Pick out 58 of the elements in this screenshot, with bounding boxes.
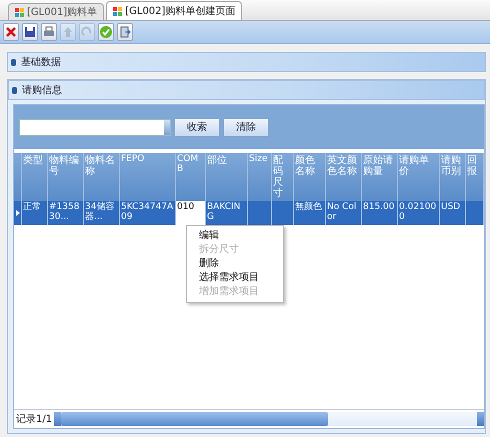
scroll-left-icon[interactable] bbox=[54, 412, 62, 426]
panel-header[interactable]: 基础数据 bbox=[7, 52, 486, 72]
toolbar-button[interactable] bbox=[117, 23, 133, 41]
table-cell: 815.00 bbox=[362, 201, 398, 225]
panel-header[interactable]: 请购信息 bbox=[8, 80, 485, 100]
record-count: 记录1/1 bbox=[16, 413, 52, 426]
print-icon bbox=[44, 26, 54, 36]
tab[interactable]: [GL002]购料单创建页面 bbox=[106, 1, 242, 20]
menu-item[interactable]: 编辑 bbox=[187, 228, 283, 243]
scrollbar-thumb[interactable] bbox=[61, 412, 328, 426]
column-header[interactable]: 请购单价 bbox=[398, 153, 440, 201]
search-button[interactable]: 收索 bbox=[174, 118, 220, 136]
redo-icon bbox=[81, 26, 92, 36]
close-icon bbox=[6, 26, 16, 38]
bullet-icon bbox=[12, 86, 17, 94]
column-header[interactable]: 类型 bbox=[22, 153, 48, 201]
toolbar-button[interactable] bbox=[41, 23, 57, 41]
table-cell: 5KC34747A09 bbox=[120, 201, 176, 225]
scroll-right-icon[interactable] bbox=[477, 412, 484, 426]
dropdown-icon bbox=[164, 120, 170, 134]
panel-title: 请购信息 bbox=[22, 84, 62, 97]
column-header[interactable]: 部位 bbox=[206, 153, 248, 201]
page-icon bbox=[113, 6, 122, 16]
toolbar-button[interactable] bbox=[3, 23, 19, 41]
column-header[interactable]: 物料编号 bbox=[48, 153, 84, 201]
check-icon bbox=[100, 26, 112, 38]
table-cell: 正常 bbox=[22, 201, 48, 225]
menu-item[interactable]: 选择需求项目 bbox=[187, 270, 283, 285]
column-header[interactable]: 英文颜色名称 bbox=[326, 153, 362, 201]
table-cell: 34储容器... bbox=[84, 201, 120, 225]
page-icon bbox=[15, 8, 24, 16]
column-header[interactable]: COMB bbox=[176, 153, 206, 201]
cell-editor[interactable]: 010 bbox=[176, 201, 206, 225]
table-cell: 0.021000 bbox=[398, 201, 440, 225]
column-header[interactable]: Size bbox=[248, 153, 272, 201]
table-cell: No Color bbox=[326, 201, 362, 225]
column-header[interactable]: 回报 bbox=[466, 153, 484, 201]
table-cell: #135830... bbox=[48, 201, 84, 225]
column-header[interactable]: 请购币别 bbox=[440, 153, 466, 201]
save-icon bbox=[25, 27, 35, 37]
tab[interactable]: [GL001]购料单 bbox=[8, 3, 104, 20]
dropdown-field[interactable] bbox=[19, 118, 171, 136]
menu-item[interactable]: 删除 bbox=[187, 256, 283, 271]
column-header[interactable]: 颜色名称 bbox=[294, 153, 326, 201]
column-header[interactable]: 原始请购量 bbox=[362, 153, 398, 201]
column-header[interactable]: 配码尺寸 bbox=[272, 153, 294, 201]
column-header[interactable]: FEPO bbox=[120, 153, 176, 201]
exit-door-icon bbox=[120, 26, 131, 38]
column-header[interactable]: 物料名称 bbox=[84, 153, 120, 201]
toolbar-button[interactable] bbox=[22, 23, 38, 41]
table-cell: 無颜色 bbox=[294, 201, 326, 225]
table-cell: USD bbox=[440, 201, 466, 225]
search-button[interactable]: 清除 bbox=[223, 118, 269, 136]
table-cell: BAKCING bbox=[206, 201, 248, 225]
horizontal-scrollbar[interactable] bbox=[54, 412, 484, 426]
panel-title: 基础数据 bbox=[21, 56, 61, 69]
up-arrow-icon bbox=[64, 27, 72, 37]
bullet-icon bbox=[11, 58, 16, 66]
